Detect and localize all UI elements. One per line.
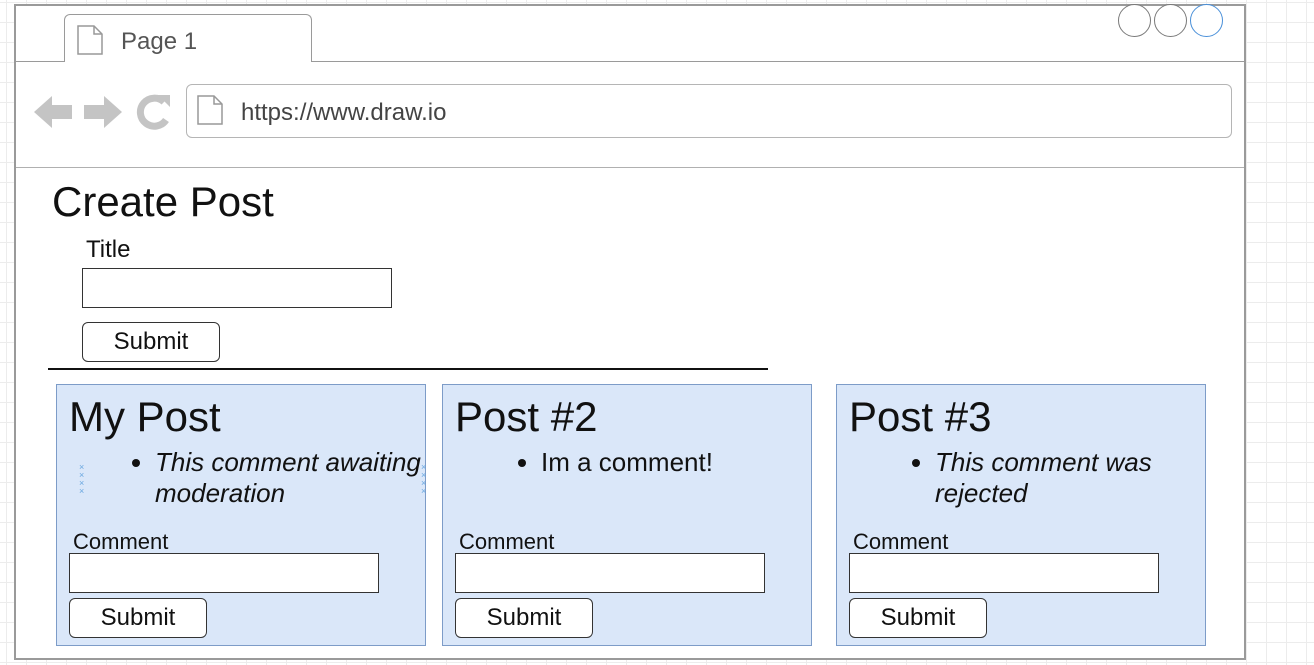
reload-icon[interactable] <box>134 94 174 130</box>
browser-window: Page 1 https://www.draw.io Create Post T… <box>14 4 1246 660</box>
post-title: Post #2 <box>455 393 598 440</box>
page-icon <box>197 95 223 125</box>
section-divider <box>48 368 768 370</box>
comment-item: This comment was rejected <box>935 447 1155 509</box>
tab-bar-line <box>312 61 1246 62</box>
window-controls <box>1118 4 1223 37</box>
comment-item: This comment awaiting moderation <box>155 447 435 509</box>
post-card-post-3: Post #3 This comment was rejected Commen… <box>836 384 1206 646</box>
page-icon <box>77 25 103 55</box>
comment-input[interactable] <box>455 553 765 593</box>
comment-label: Comment <box>73 529 169 554</box>
comment-list: Im a comment! <box>519 447 826 478</box>
page-title: Create Post <box>52 178 274 225</box>
address-bar[interactable]: https://www.draw.io <box>186 84 1232 138</box>
browser-tab[interactable]: Page 1 <box>64 14 312 62</box>
restore-button[interactable] <box>1154 4 1187 37</box>
comment-label: Comment <box>459 529 555 554</box>
tab-label: Page 1 <box>121 28 198 55</box>
post-title: My Post <box>69 393 221 440</box>
comment-submit-button[interactable]: Submit <box>849 598 987 638</box>
create-post-submit-button[interactable]: Submit <box>82 322 220 362</box>
title-input[interactable] <box>82 268 392 308</box>
maximize-button[interactable] <box>1190 4 1223 37</box>
selection-handle[interactable]: × × × × <box>421 463 426 496</box>
post-title: Post #3 <box>849 393 992 440</box>
tab-bar-line <box>16 61 64 62</box>
comment-list: This comment was rejected <box>913 447 1155 509</box>
comment-input[interactable] <box>69 553 379 593</box>
comment-submit-button[interactable]: Submit <box>69 598 207 638</box>
title-label: Title <box>86 236 131 263</box>
forward-arrow-icon[interactable] <box>82 94 124 130</box>
comment-input[interactable] <box>849 553 1159 593</box>
comment-label: Comment <box>853 529 949 554</box>
header-divider <box>16 167 1244 168</box>
post-card-my-post: My Post This comment awaiting moderation… <box>56 384 426 646</box>
comment-list: This comment awaiting moderation <box>133 447 435 509</box>
comment-item: Im a comment! <box>541 447 826 478</box>
selection-handle[interactable]: × × × × <box>79 463 84 496</box>
back-arrow-icon[interactable] <box>32 94 74 130</box>
url-text: https://www.draw.io <box>241 99 447 126</box>
comment-submit-button[interactable]: Submit <box>455 598 593 638</box>
post-card-post-2: Post #2 Im a comment! Comment Submit <box>442 384 812 646</box>
minimize-button[interactable] <box>1118 4 1151 37</box>
